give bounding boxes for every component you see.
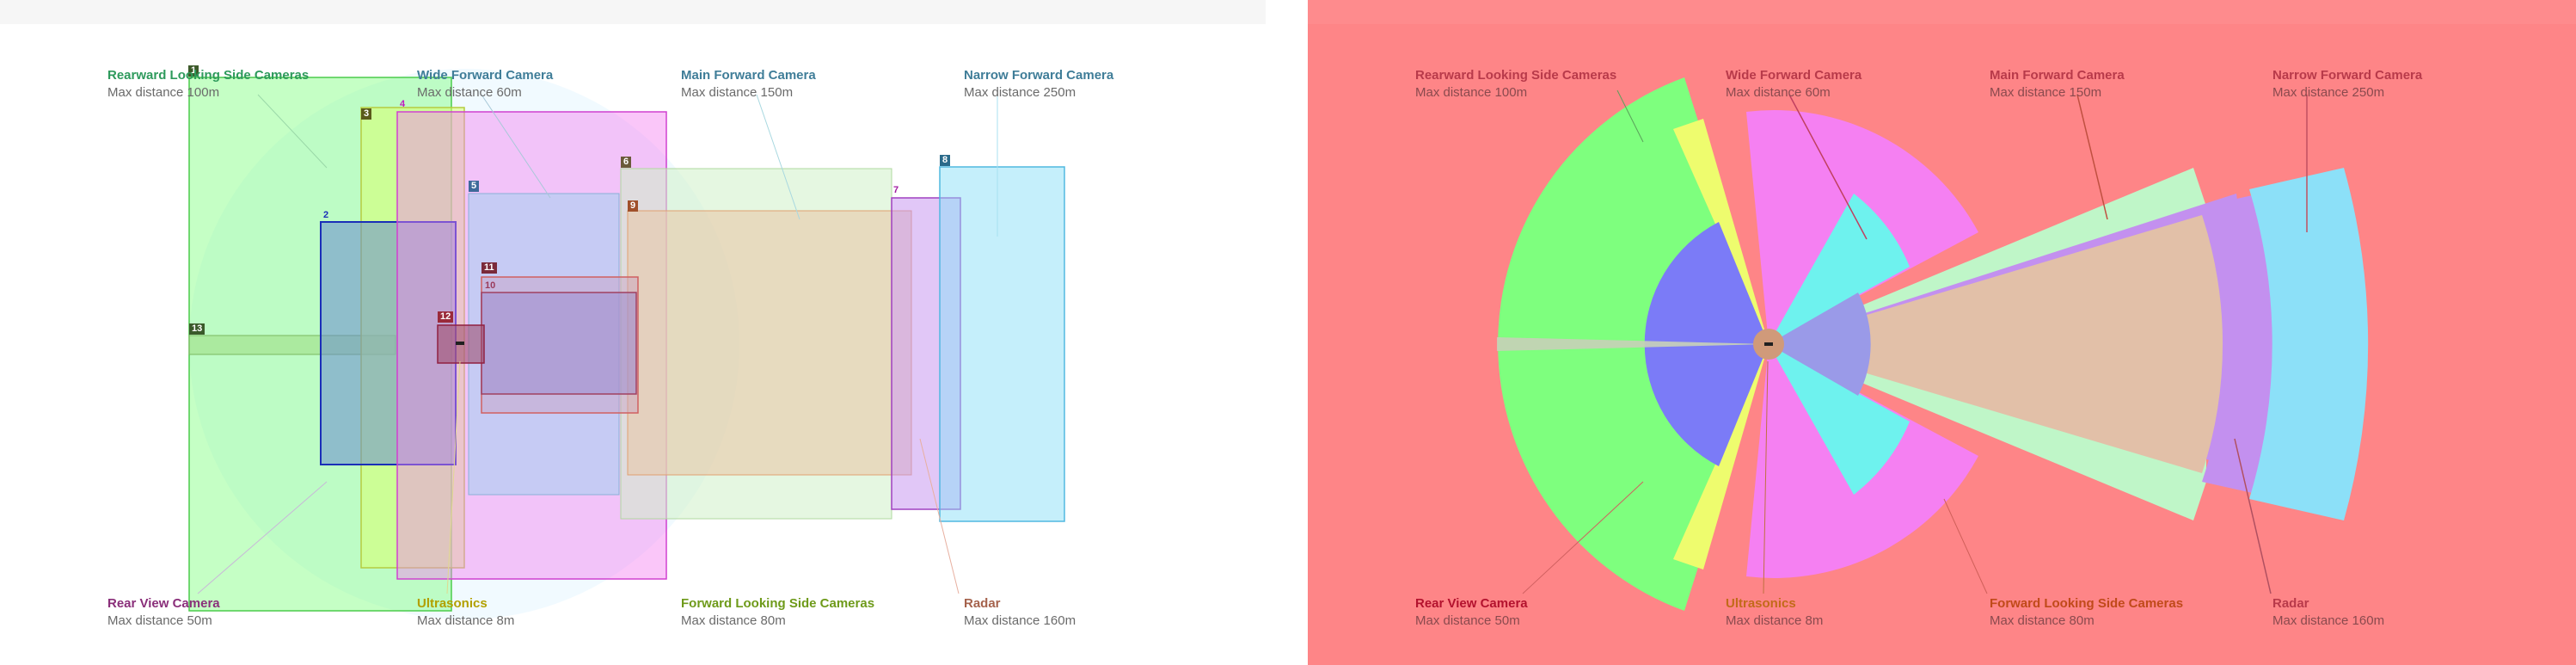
badge-8: 8 (940, 155, 951, 166)
label-rear-view-right: Rear View Camera Max distance 50m (1415, 595, 1528, 630)
leader-fwd-side (1943, 498, 1988, 594)
label-narrow-right: Narrow Forward Camera Max distance 250m (2272, 67, 2422, 102)
label-ultrasonics: Ultrasonics Max distance 8m (417, 595, 514, 630)
label-dist: Max distance 160m (2272, 613, 2385, 628)
label-name: Narrow Forward Camera (964, 68, 1114, 83)
label-rear-view: Rear View Camera Max distance 50m (107, 595, 220, 630)
label-dist: Max distance 250m (964, 85, 1076, 100)
label-radar-right: Radar Max distance 160m (2272, 595, 2384, 630)
label-dist: Max distance 160m (964, 613, 1076, 628)
label-name: Wide Forward Camera (417, 68, 554, 83)
label-rear-side-right: Rearward Looking Side Cameras Max distan… (1415, 67, 1616, 102)
label-name: Main Forward Camera (681, 68, 816, 83)
box-11 (481, 292, 637, 395)
label-main-right: Main Forward Camera Max distance 150m (1990, 67, 2125, 102)
leader-main (2076, 94, 2108, 220)
label-name: Main Forward Camera (1990, 68, 2125, 83)
label-main: Main Forward Camera Max distance 150m (681, 67, 816, 102)
label-dist: Max distance 100m (107, 85, 220, 100)
badge-2: 2 (323, 210, 329, 220)
label-name: Rear View Camera (107, 596, 220, 611)
label-name: Rearward Looking Side Cameras (1415, 68, 1617, 83)
label-dist: Max distance 250m (2272, 85, 2385, 100)
right-panel: Rearward Looking Side Cameras Max distan… (1308, 0, 2576, 665)
label-dist: Max distance 80m (681, 613, 786, 628)
label-dist: Max distance 80m (1990, 613, 2095, 628)
badge-9: 9 (628, 200, 639, 212)
label-name: Forward Looking Side Cameras (681, 596, 875, 611)
label-fwd-side-right: Forward Looking Side Cameras Max distanc… (1990, 595, 2183, 630)
label-fwd-side: Forward Looking Side Cameras Max distanc… (681, 595, 874, 630)
label-name: Rearward Looking Side Cameras (107, 68, 310, 83)
label-name: Ultrasonics (417, 596, 488, 611)
badge-7: 7 (893, 185, 899, 195)
label-name: Forward Looking Side Cameras (1990, 596, 2184, 611)
label-wide-right: Wide Forward Camera Max distance 60m (1726, 67, 1861, 102)
label-narrow: Narrow Forward Camera Max distance 250m (964, 67, 1113, 102)
badge-13: 13 (189, 323, 205, 335)
label-ultrasonics-right: Ultrasonics Max distance 8m (1726, 595, 1823, 630)
box-9-radar-core (627, 210, 912, 476)
label-dist: Max distance 50m (107, 613, 212, 628)
badge-6: 6 (621, 157, 632, 168)
label-name: Ultrasonics (1726, 596, 1796, 611)
label-dist: Max distance 8m (417, 613, 515, 628)
badge-4: 4 (400, 99, 406, 109)
badge-3: 3 (361, 108, 372, 120)
label-rear-side: Rearward Looking Side Cameras Max distan… (107, 67, 309, 102)
badge-11: 11 (481, 262, 497, 274)
label-dist: Max distance 150m (681, 85, 794, 100)
label-dist: Max distance 150m (1990, 85, 2102, 100)
label-dist: Max distance 100m (1415, 85, 1528, 100)
badge-10: 10 (485, 280, 496, 291)
label-dist: Max distance 60m (417, 85, 522, 100)
label-dist: Max distance 60m (1726, 85, 1831, 100)
car-marker (456, 342, 464, 345)
label-radar: Radar Max distance 160m (964, 595, 1076, 630)
label-name: Radar (2272, 596, 2309, 611)
car-marker (1764, 342, 1773, 346)
label-name: Radar (964, 596, 1001, 611)
label-name: Rear View Camera (1415, 596, 1528, 611)
box-8-narrow (939, 166, 1065, 522)
left-panel: 1 2 3 4 5 6 7 8 9 10 11 12 13 Rearward L… (0, 0, 1266, 665)
label-name: Wide Forward Camera (1726, 68, 1862, 83)
label-dist: Max distance 50m (1415, 613, 1520, 628)
badge-12: 12 (438, 311, 454, 323)
label-name: Narrow Forward Camera (2272, 68, 2423, 83)
label-dist: Max distance 8m (1726, 613, 1824, 628)
label-wide: Wide Forward Camera Max distance 60m (417, 67, 553, 102)
badge-5: 5 (469, 181, 480, 192)
